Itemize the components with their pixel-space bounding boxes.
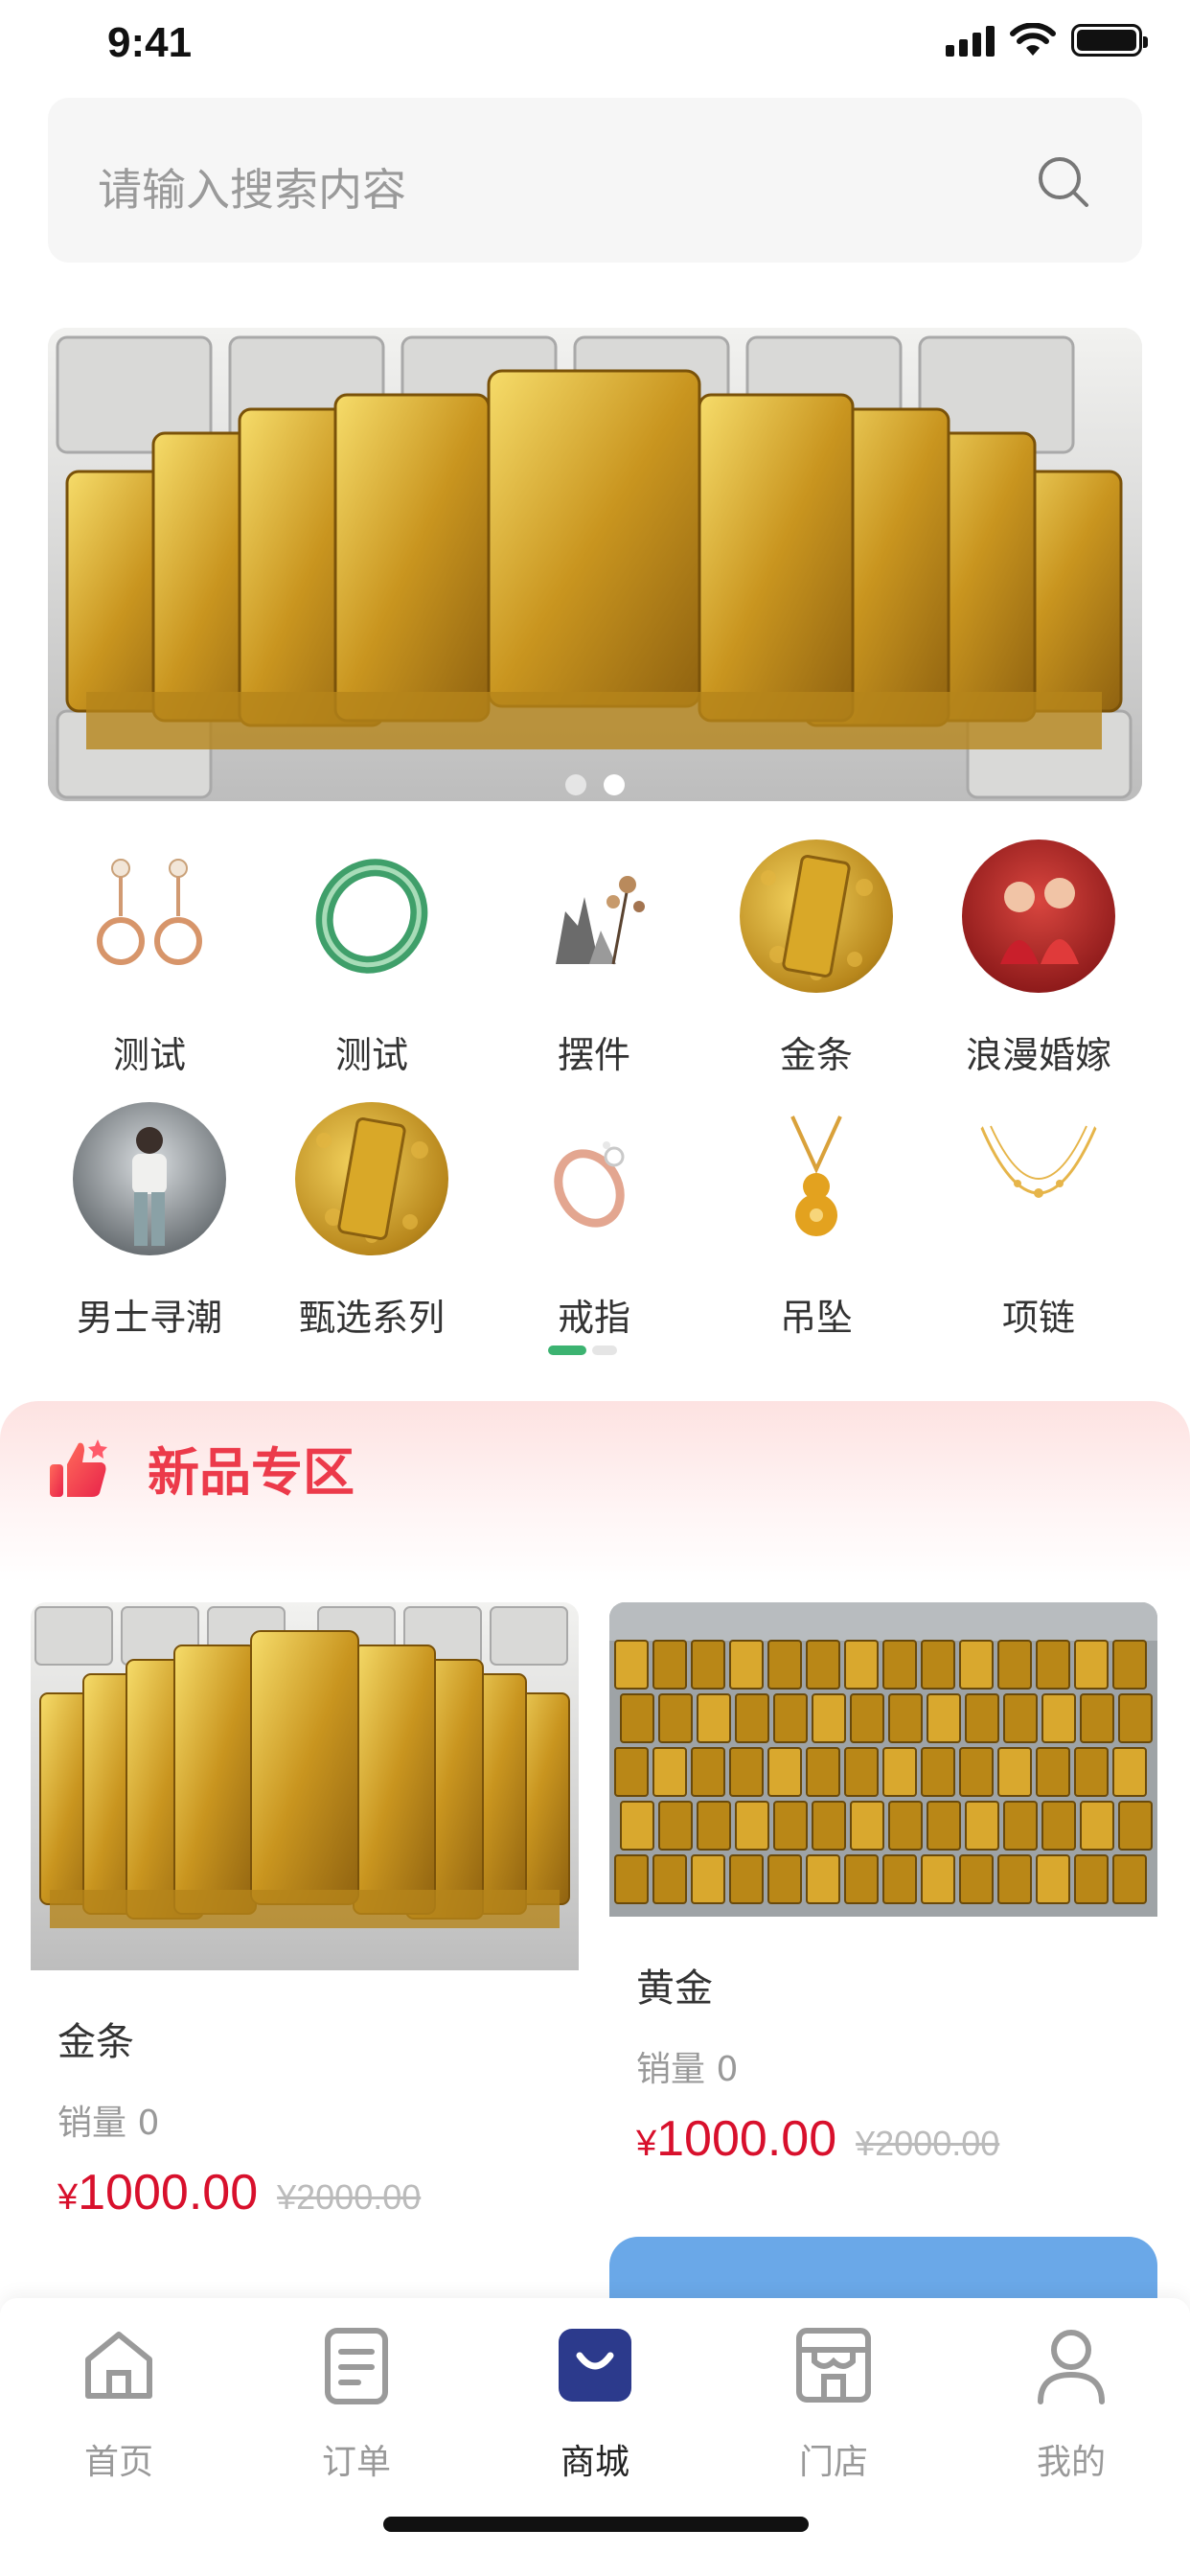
shop-bag-icon	[559, 2329, 631, 2402]
product-price: ¥1000.00	[636, 2111, 837, 2167]
product-sales: 销量 0	[636, 2050, 739, 2089]
tab-profile[interactable]: 我的	[975, 2321, 1167, 2484]
banner-dot[interactable]	[565, 774, 586, 795]
user-icon	[1038, 2330, 1105, 2404]
category-item[interactable]: 项链	[927, 1102, 1150, 1351]
category-item[interactable]: 金条	[705, 840, 927, 1089]
tab-label: 商城	[560, 2443, 629, 2482]
category-label: 浪漫婚嫁	[965, 1034, 1111, 1076]
category-item[interactable]: 吊坠	[705, 1102, 927, 1351]
ornament-icon	[517, 840, 671, 993]
category-label: 摆件	[557, 1034, 630, 1076]
category-label: 测试	[112, 1034, 186, 1076]
category-item[interactable]: 男士寻潮	[38, 1102, 261, 1351]
section-title: 新品专区	[148, 1442, 355, 1503]
tab-home[interactable]: 首页	[23, 2321, 215, 2484]
tab-orders[interactable]: 订单	[261, 2321, 452, 2484]
category-item[interactable]: 摆件	[483, 840, 705, 1089]
status-bar: 9:41	[0, 0, 1190, 92]
cellular-signal-icon	[946, 24, 995, 57]
search-icon[interactable]	[1035, 153, 1092, 211]
gold-bar-icon	[740, 840, 893, 993]
order-icon	[325, 2328, 388, 2404]
product-price: ¥1000.00	[57, 2165, 259, 2220]
tab-label: 订单	[321, 2443, 391, 2482]
home-indicator	[383, 2517, 809, 2532]
category-pagination	[548, 1346, 617, 1355]
mens-fashion-icon	[73, 1102, 226, 1255]
product-price-row: ¥1000.00 ¥2000.00	[636, 2110, 999, 2168]
product-card[interactable]: 金条 销量 0 ¥1000.00 ¥2000.00	[31, 1602, 579, 2235]
necklace-icon	[962, 1102, 1115, 1255]
category-item[interactable]: 甄选系列	[261, 1102, 483, 1351]
thumbs-up-icon	[50, 1439, 107, 1497]
category-label: 甄选系列	[298, 1297, 445, 1339]
product-name: 金条	[57, 2020, 134, 2064]
product-image	[609, 1602, 1157, 1917]
product-image	[31, 1602, 579, 1970]
search-bar[interactable]: 请输入搜索内容	[48, 98, 1142, 263]
earrings-icon	[73, 840, 226, 993]
tab-label: 首页	[83, 2443, 153, 2482]
tab-label: 我的	[1036, 2443, 1106, 2482]
category-label: 项链	[1001, 1297, 1075, 1339]
ring-icon	[517, 1102, 671, 1255]
banner-carousel[interactable]	[48, 328, 1142, 801]
category-item[interactable]: 戒指	[483, 1102, 705, 1351]
pendant-icon	[740, 1102, 893, 1255]
new-products-header: 新品专区	[0, 1401, 1190, 1583]
search-placeholder: 请输入搜索内容	[98, 164, 406, 216]
home-icon	[85, 2332, 152, 2399]
category-item[interactable]: 测试	[38, 840, 261, 1089]
category-page-indicator-active	[548, 1346, 586, 1355]
category-label: 戒指	[557, 1297, 630, 1339]
category-label: 测试	[334, 1034, 408, 1076]
wifi-icon	[1010, 23, 1056, 56]
category-label: 男士寻潮	[76, 1297, 222, 1339]
banner-pagination	[48, 774, 1142, 795]
category-page-indicator	[592, 1346, 617, 1355]
product-name: 黄金	[636, 1966, 713, 2011]
product-price-row: ¥1000.00 ¥2000.00	[57, 2164, 421, 2221]
status-time: 9:41	[107, 19, 193, 66]
category-label: 吊坠	[779, 1297, 853, 1339]
tab-label: 门店	[798, 2443, 868, 2482]
bottom-tab-bar: 首页 订单 商城 门店 我的	[0, 2298, 1190, 2576]
category-label: 金条	[779, 1034, 853, 1076]
category-item[interactable]: 浪漫婚嫁	[927, 840, 1150, 1089]
product-original-price: ¥2000.00	[856, 2124, 1000, 2163]
store-icon	[796, 2328, 871, 2403]
status-icons	[946, 21, 1148, 59]
category-item[interactable]: 测试	[261, 840, 483, 1089]
banner-dot-active[interactable]	[604, 774, 625, 795]
banner-image-gold-bars	[48, 328, 1142, 801]
product-sales: 销量 0	[57, 2104, 160, 2143]
product-original-price: ¥2000.00	[277, 2177, 422, 2217]
tab-shop[interactable]: 商城	[499, 2321, 691, 2484]
gold-bar-icon	[295, 1102, 448, 1255]
wedding-icon	[962, 840, 1115, 993]
product-card[interactable]: 黄金 销量 0 ¥1000.00 ¥2000.00	[609, 1602, 1157, 2235]
tab-store[interactable]: 门店	[738, 2321, 929, 2484]
battery-icon	[1071, 24, 1148, 57]
jade-bangle-icon	[295, 840, 448, 993]
